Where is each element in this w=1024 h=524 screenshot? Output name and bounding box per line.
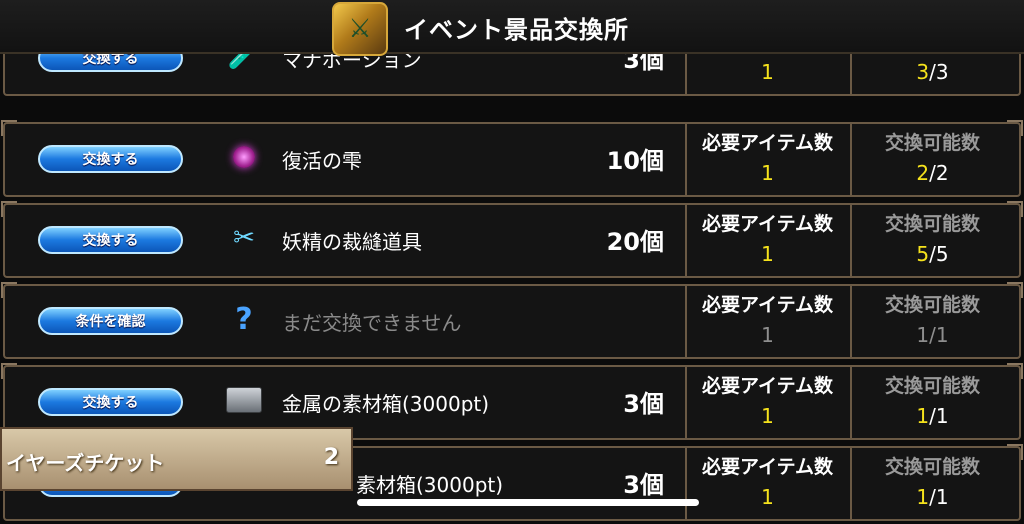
required-value: 1 [761,242,774,266]
ticket-overlay: イヤーズチケット 2 [0,427,353,491]
available-count: 1 [916,485,930,509]
available-label: 交換可能数 [884,132,980,154]
item-quantity: 20個 [606,228,664,256]
available-count: 1 [916,323,930,347]
available-cell: 交換可能数 1/1 [850,284,1013,359]
metal-box-icon [224,380,264,420]
item-quantity: 10個 [606,147,664,175]
available-total: /1 [929,404,949,428]
required-label: 必要アイテム数 [701,132,834,154]
required-cell: 必要アイテム数 1 [685,365,848,440]
available-cell: 交換可能数 5/5 [850,203,1013,278]
page-title: イベント景品交換所 [404,16,629,44]
ticket-label: イヤーズチケット [6,451,165,475]
required-cell: 必要アイテム数 1 [685,284,848,359]
available-label: 交換可能数 [884,294,980,316]
available-total: /5 [929,242,949,266]
exchange-button[interactable]: 交換する [38,145,183,173]
item-name: 金属の素材箱(3000pt) [282,392,490,416]
home-indicator[interactable] [357,499,699,506]
check-conditions-button[interactable]: 条件を確認 [38,307,183,335]
available-label: 交換可能数 [884,456,980,478]
ticket-count: 2 [323,445,339,470]
question-icon: ? [235,301,253,337]
header-bar: ⚔ イベント景品交換所 [0,0,1024,56]
item-quantity: 3個 [623,471,664,499]
required-cell: 必要アイテム数 1 [685,122,848,197]
available-count: 3 [916,60,930,84]
available-cell: 交換可能数 1/1 [850,446,1013,521]
required-label: 必要アイテム数 [701,294,834,316]
available-total: /1 [929,323,949,347]
required-value: 1 [761,485,774,509]
available-cell: 交換可能数 1/1 [850,365,1013,440]
required-label: 必要アイテム数 [701,213,834,235]
required-value: 1 [761,323,774,347]
required-cell: 必要アイテム数 1 [685,446,848,521]
required-value: 1 [761,60,774,84]
item-name: 妖精の裁縫道具 [282,230,422,254]
available-count: 2 [916,161,930,185]
list-item: 交換する 復活の雫 10個 必要アイテム数 1 交換可能数 2/2 [0,119,1024,200]
required-value: 1 [761,404,774,428]
orb-icon [224,137,264,177]
available-total: /3 [929,60,949,84]
list-item: 条件を確認 ? まだ交換できません 必要アイテム数 1 交換可能数 1/1 [0,281,1024,362]
item-name: まだ交換できません [282,311,462,335]
required-label: 必要アイテム数 [701,456,834,478]
available-total: /2 [929,161,949,185]
exchange-button[interactable]: 交換する [38,388,183,416]
available-cell: 交換可能数 2/2 [850,122,1013,197]
required-cell: 必要アイテム数 1 [685,203,848,278]
list-item: 交換する ✂ 妖精の裁縫道具 20個 必要アイテム数 1 交換可能数 5/5 [0,200,1024,281]
required-value: 1 [761,161,774,185]
item-quantity: 3個 [623,390,664,418]
item-name: 復活の雫 [282,149,362,173]
item-name: 素材箱(3000pt) [356,473,504,497]
available-label: 交換可能数 [884,213,980,235]
treasure-icon: ⚔ [332,2,388,56]
required-label: 必要アイテム数 [701,375,834,397]
available-count: 1 [916,404,930,428]
available-label: 交換可能数 [884,375,980,397]
scissors-icon: ✂ [233,223,255,253]
available-count: 5 [916,242,930,266]
exchange-button[interactable]: 交換する [38,226,183,254]
available-total: /1 [929,485,949,509]
